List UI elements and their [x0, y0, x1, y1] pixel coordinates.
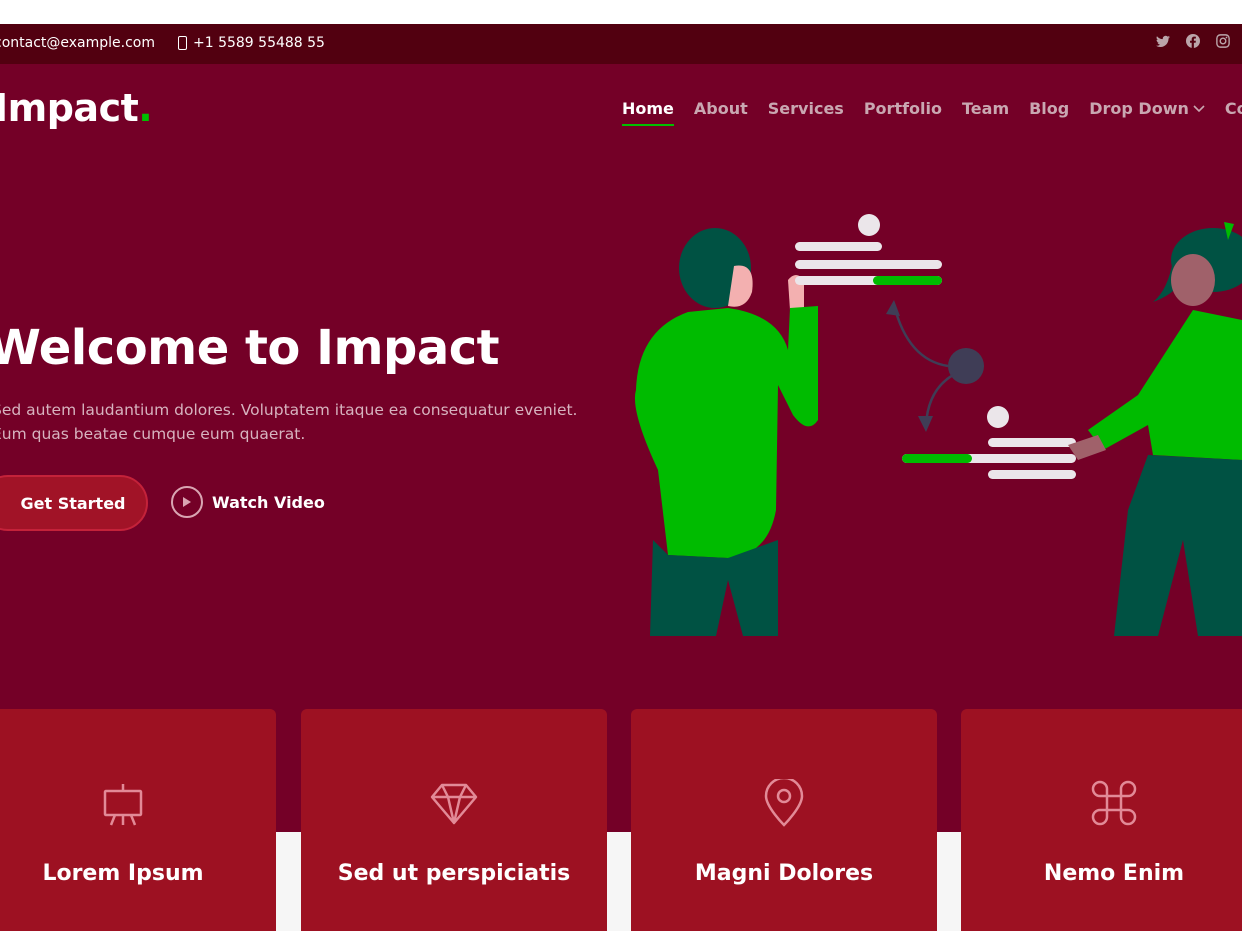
service-card-3[interactable]: Magni Dolores [631, 709, 937, 931]
logo-dot: . [138, 86, 153, 130]
chevron-down-icon [1193, 104, 1205, 112]
hero-title: Welcome to Impact [0, 320, 500, 376]
phone-icon [178, 36, 187, 50]
hero-description: Sed autem laudantium dolores. Voluptatem… [0, 398, 592, 446]
nav-dropdown[interactable]: Drop Down [1089, 99, 1205, 118]
social-links [1156, 34, 1230, 48]
easel-icon [103, 784, 143, 826]
service-card-title: Nemo Enim [1043, 861, 1185, 886]
command-icon [1091, 780, 1137, 826]
hero-illustration [634, 214, 1242, 636]
watch-video-button[interactable]: Watch Video [171, 486, 325, 518]
contact-phone: +1 5589 55488 55 [178, 35, 325, 51]
contact-email-link[interactable]: contact@example.com [0, 35, 155, 51]
service-card-title: Magni Dolores [694, 861, 874, 886]
nav-home[interactable]: Home [622, 99, 674, 126]
gem-icon [430, 783, 478, 825]
geo-alt-icon [764, 779, 804, 827]
main-nav: Home About Services Portfolio Team Blog … [622, 99, 1242, 126]
contact-phone-number[interactable]: +1 5589 55488 55 [193, 35, 325, 51]
service-card-title: Sed ut perspiciatis [337, 861, 571, 886]
logo-text: Impact [0, 86, 139, 130]
instagram-icon[interactable] [1216, 34, 1230, 48]
topbar: contact@example.com +1 5589 55488 55 [0, 24, 1242, 64]
hero-description-line-1: Sed autem laudantium dolores. Voluptatem… [0, 401, 578, 419]
logo[interactable]: Impact. [0, 86, 153, 130]
hero-description-line-2: Eum quas beatae cumque eum quaerat. [0, 425, 306, 443]
nav-services[interactable]: Services [768, 99, 844, 118]
service-card-1[interactable]: Lorem Ipsum [0, 709, 276, 931]
nav-blog[interactable]: Blog [1029, 99, 1069, 118]
nav-team[interactable]: Team [962, 99, 1009, 118]
facebook-icon[interactable] [1186, 34, 1200, 48]
nav-dropdown-label[interactable]: Drop Down [1089, 99, 1189, 118]
nav-portfolio[interactable]: Portfolio [864, 99, 942, 118]
get-started-button[interactable]: Get Started [0, 475, 148, 531]
service-card-4[interactable]: Nemo Enim [961, 709, 1242, 931]
nav-contact[interactable]: Contact [1225, 99, 1242, 118]
play-icon [171, 486, 203, 518]
watch-video-label: Watch Video [212, 492, 325, 512]
service-card-2[interactable]: Sed ut perspiciatis [301, 709, 607, 931]
twitter-icon[interactable] [1156, 34, 1170, 48]
service-card-title: Lorem Ipsum [42, 861, 204, 886]
nav-about[interactable]: About [694, 99, 748, 118]
